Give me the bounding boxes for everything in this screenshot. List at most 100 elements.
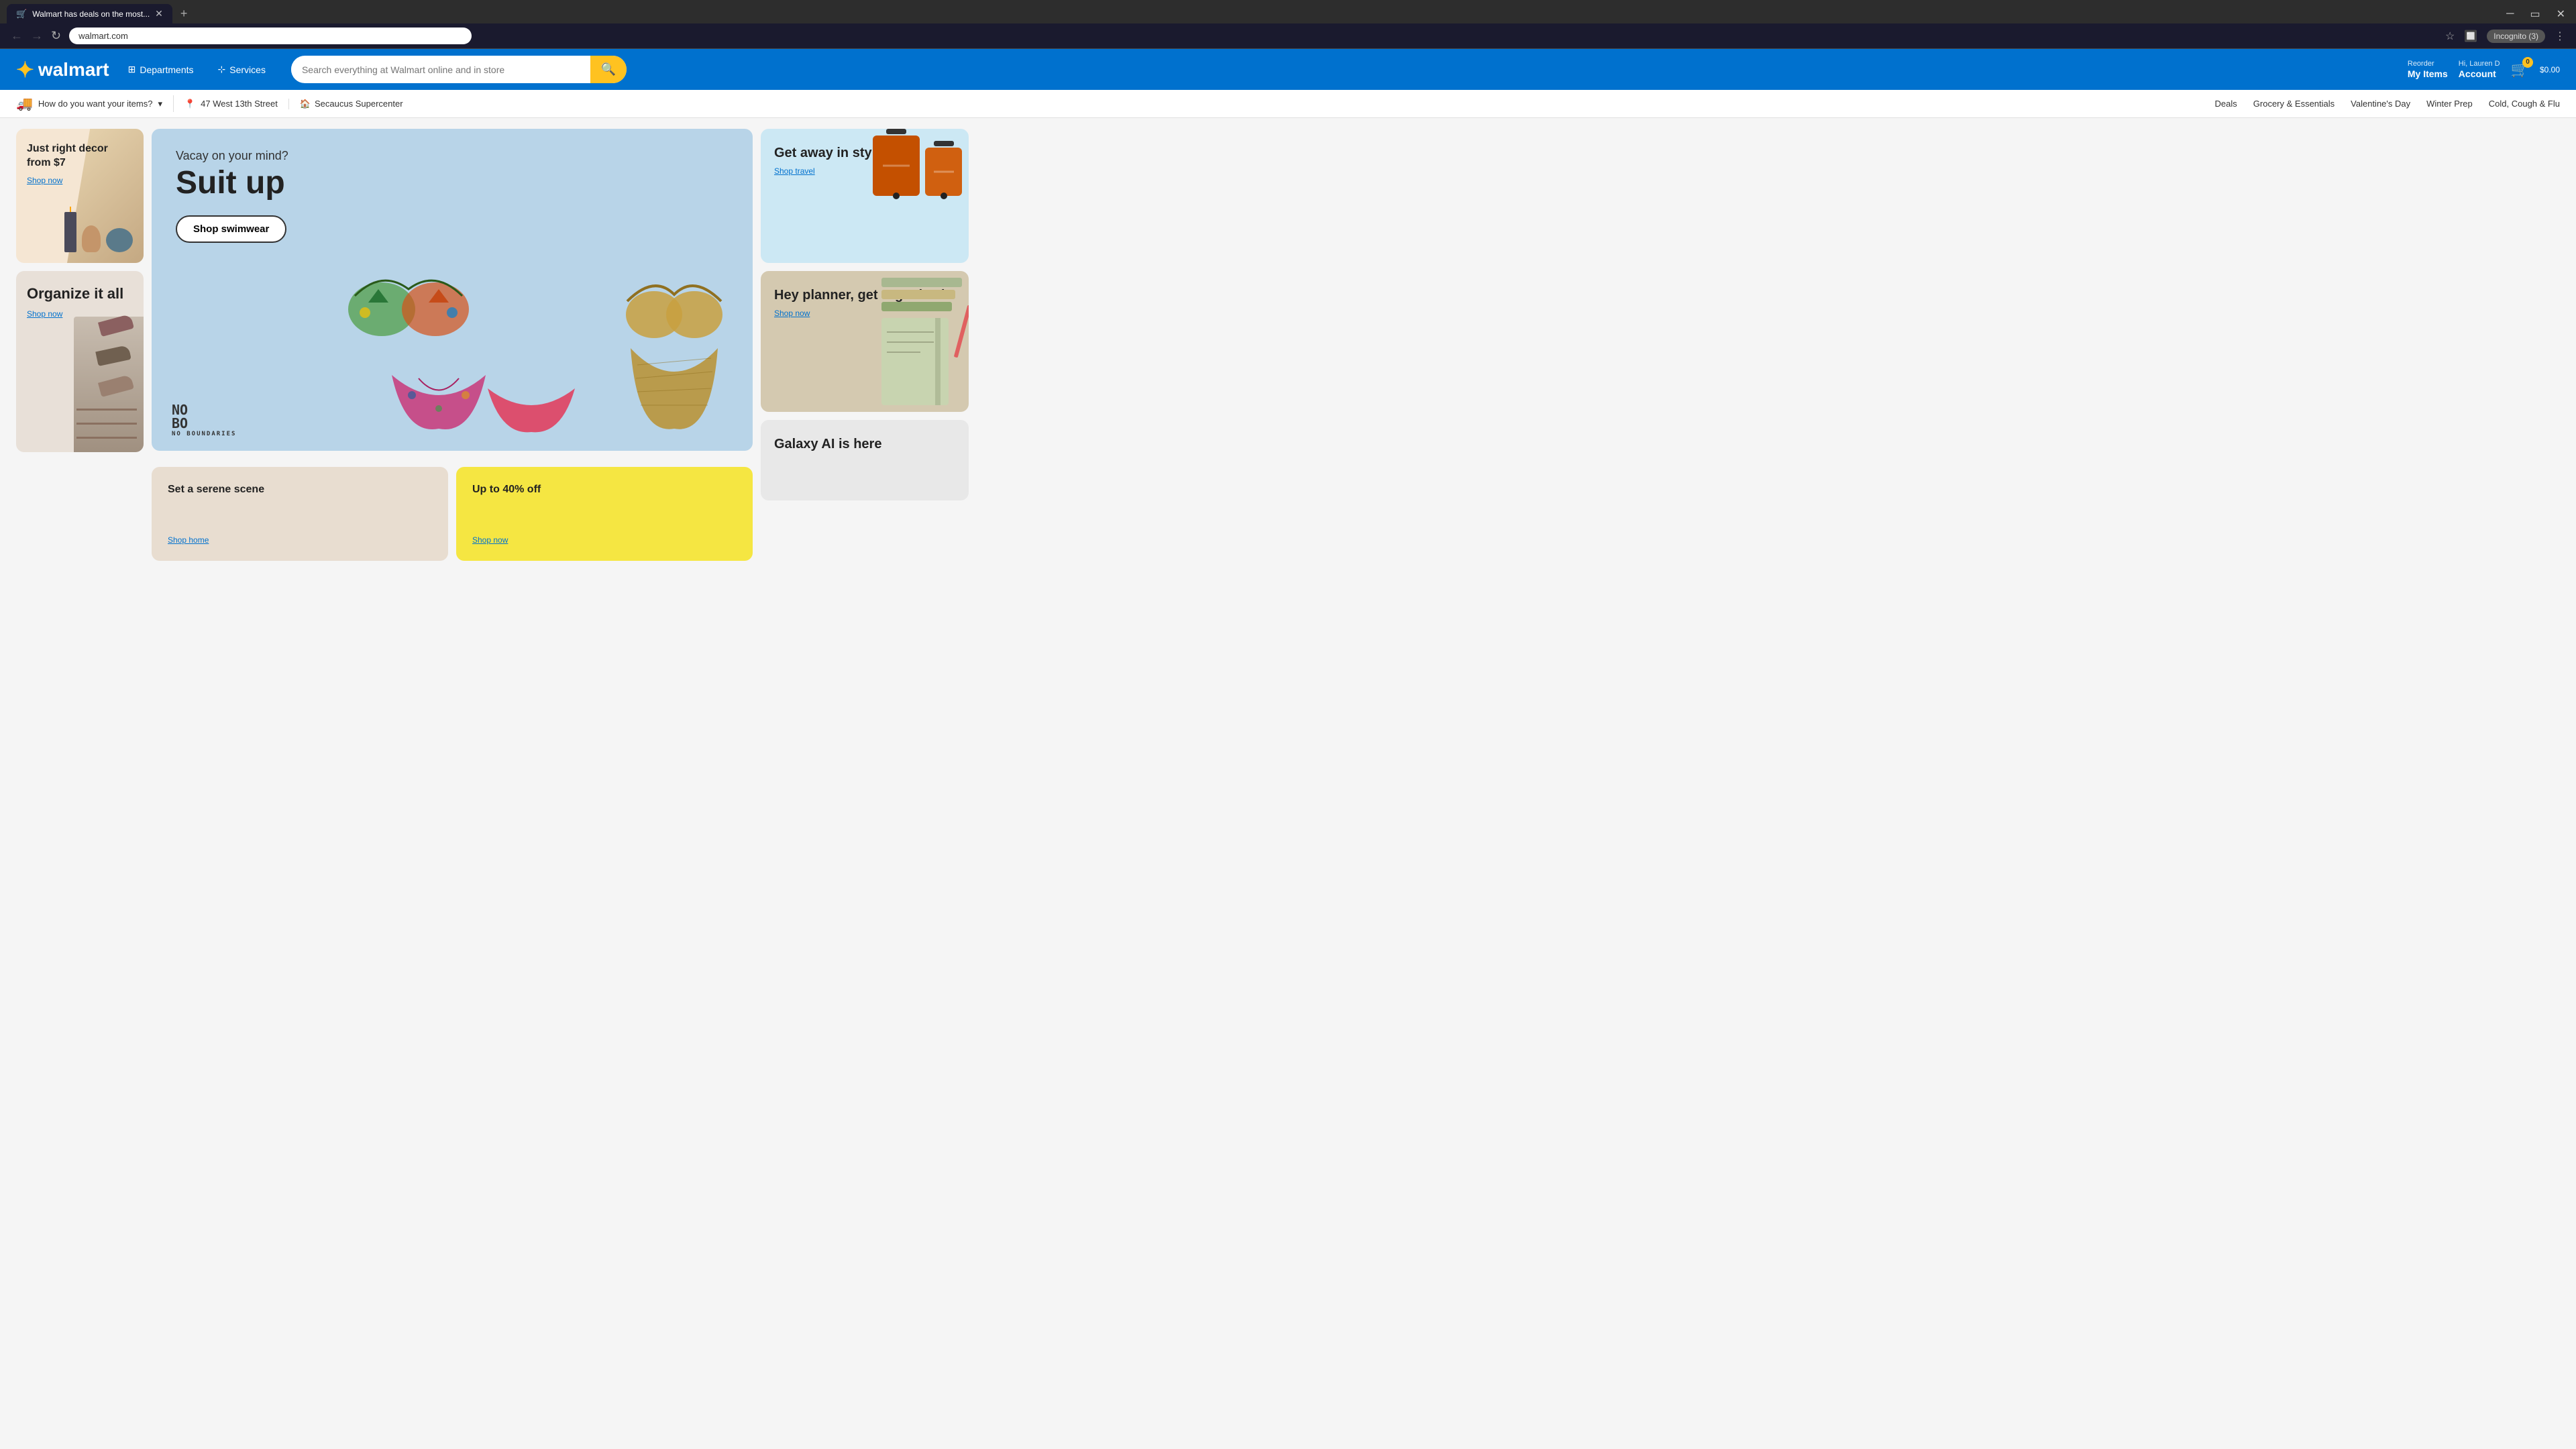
notebook-line-3 — [887, 352, 920, 353]
scene-promo-card[interactable]: Set a serene scene Shop home — [152, 467, 448, 561]
delivery-prompt: How do you want your items? — [38, 99, 153, 109]
maximize-button[interactable]: ▭ — [2526, 6, 2544, 22]
galaxy-card-title: Galaxy AI is here — [774, 436, 955, 452]
cart-icon[interactable]: 🛒 0 — [2511, 61, 2529, 78]
shoe-rack — [82, 311, 136, 419]
notebook-2 — [881, 290, 955, 299]
window-controls: ─ ▭ ✕ — [2502, 6, 2569, 22]
gold-swimsuit — [617, 261, 731, 435]
decor-card-title: Just right decor from $7 — [27, 143, 108, 168]
notebook-spine — [935, 318, 941, 405]
account-greeting: Hi, Lauren D — [2459, 60, 2500, 68]
organize-shop-link[interactable]: Shop now — [27, 309, 133, 319]
shop-swimwear-button[interactable]: Shop swimwear — [176, 215, 286, 243]
url-input[interactable]: walmart.com — [69, 28, 472, 44]
hero-text: Vacay on your mind? Suit up Shop swimwea… — [176, 149, 729, 243]
grocery-link[interactable]: Grocery & Essentials — [2253, 99, 2334, 109]
notebook-1 — [881, 278, 962, 287]
tab-close-button[interactable]: ✕ — [155, 8, 163, 19]
nobo-brand-logo: NOBO NO BOUNDARIES — [172, 403, 236, 437]
organize-card-title: Organize it all — [27, 285, 123, 302]
valentines-link[interactable]: Valentine's Day — [2351, 99, 2410, 109]
main-notebook — [881, 318, 949, 405]
luggage-handle-lg — [886, 129, 906, 134]
hero-subtitle: Vacay on your mind? — [176, 149, 729, 163]
sale-shop-link[interactable]: Shop now — [472, 535, 737, 545]
promo-grid: Just right decor from $7 Shop now Organi… — [16, 129, 969, 561]
notebook-line-1 — [887, 331, 934, 333]
bookmark-icon[interactable]: ☆ — [2445, 30, 2455, 43]
tab-favicon: 🛒 — [16, 9, 27, 19]
bottom-promo-cards: Set a serene scene Shop home Up to 40% o… — [152, 467, 753, 561]
luggage-stripe-sm — [934, 171, 954, 173]
store-info[interactable]: 🏠 Secaucus Supercenter — [288, 99, 414, 109]
reorder-label: Reorder — [2408, 60, 2434, 68]
reorder-action[interactable]: Reorder My Items — [2408, 60, 2448, 79]
minimize-button[interactable]: ─ — [2502, 7, 2518, 21]
cold-flu-link[interactable]: Cold, Cough & Flu — [2489, 99, 2560, 109]
planner-promo-card[interactable]: Hey planner, get organized Shop now — [761, 271, 969, 412]
delivery-icon: 🚚 — [16, 95, 33, 112]
luggage-handle-sm — [934, 141, 954, 146]
flame-shape — [70, 207, 71, 212]
address-bar: ← → ↻ walmart.com ☆ 🔲 Incognito (3) ⋮ — [0, 23, 2576, 49]
travel-promo-card[interactable]: Get away in style Shop travel — [761, 129, 969, 263]
address-info[interactable]: 📍 47 West 13th Street — [174, 99, 288, 109]
tab-bar: 🛒 Walmart has deals on the most... ✕ + — [7, 4, 2497, 23]
shoe-shape-3 — [98, 374, 134, 397]
active-tab[interactable]: 🛒 Walmart has deals on the most... ✕ — [7, 4, 172, 23]
winter-prep-link[interactable]: Winter Prep — [2426, 99, 2473, 109]
colorful-bikini-top — [341, 256, 476, 390]
notebook-decoration — [881, 278, 962, 405]
scene-shop-link[interactable]: Shop home — [168, 535, 432, 545]
services-icon: ⊹ — [218, 64, 226, 75]
delivery-selector[interactable]: 🚚 How do you want your items? ▾ — [16, 95, 174, 112]
services-nav[interactable]: ⊹ Services — [213, 60, 271, 79]
account-action[interactable]: Hi, Lauren D Account — [2459, 60, 2500, 79]
extensions-icon[interactable]: 🔲 — [2464, 30, 2477, 43]
candle-shape — [64, 212, 76, 252]
reload-button[interactable]: ↻ — [51, 29, 61, 43]
cart-count-badge: 0 — [2522, 57, 2533, 68]
luggage-wheel-lg — [893, 193, 900, 199]
decor-promo-card[interactable]: Just right decor from $7 Shop now — [16, 129, 144, 263]
departments-nav[interactable]: ⊞ Departments — [123, 60, 199, 79]
header-actions: Reorder My Items Hi, Lauren D Account 🛒 … — [2408, 60, 2560, 79]
organize-promo-card[interactable]: Organize it all Shop now — [16, 271, 144, 452]
logo-text: walmart — [38, 59, 109, 80]
notebook-line-2 — [887, 341, 934, 343]
my-items-label: My Items — [2408, 68, 2448, 79]
sale-card-title: Up to 40% off — [472, 483, 737, 497]
category-nav: Deals Grocery & Essentials Valentine's D… — [2215, 99, 2560, 109]
decor-items — [64, 212, 133, 252]
incognito-badge: Incognito (3) — [2487, 30, 2545, 43]
luggage-wheel-sm — [941, 193, 947, 199]
browser-action-icons: ☆ 🔲 Incognito (3) ⋮ — [2445, 30, 2565, 43]
walmart-logo[interactable]: ✦ walmart — [16, 57, 109, 83]
search-bar[interactable]: 🔍 — [291, 56, 627, 83]
site-header: ✦ walmart ⊞ Departments ⊹ Services 🔍 Reo… — [0, 49, 2576, 90]
browser-chrome: 🛒 Walmart has deals on the most... ✕ + ─… — [0, 0, 2576, 23]
departments-label: Departments — [140, 64, 193, 75]
nobo-sub-brand: NO BOUNDARIES — [172, 431, 236, 437]
close-window-button[interactable]: ✕ — [2553, 6, 2569, 22]
decor-card-text: Just right decor from $7 Shop now — [27, 142, 133, 185]
pen-shape — [954, 305, 969, 358]
more-options-icon[interactable]: ⋮ — [2555, 30, 2565, 43]
scene-card-title: Set a serene scene — [168, 483, 432, 497]
forward-button[interactable]: → — [31, 29, 43, 43]
decor-shop-link[interactable]: Shop now — [27, 176, 133, 185]
spark-icon: ✦ — [16, 57, 34, 83]
deals-link[interactable]: Deals — [2215, 99, 2237, 109]
search-button[interactable]: 🔍 — [590, 56, 627, 83]
new-tab-button[interactable]: + — [175, 4, 193, 23]
organize-card-text: Organize it all Shop now — [27, 284, 133, 319]
back-button[interactable]: ← — [11, 29, 23, 43]
sale-promo-card[interactable]: Up to 40% off Shop now — [456, 467, 753, 561]
small-luggage — [925, 148, 962, 196]
galaxy-promo-card[interactable]: Galaxy AI is here — [761, 420, 969, 500]
store-icon: 🏠 — [300, 99, 311, 109]
search-input[interactable] — [291, 58, 590, 82]
hero-promo-card[interactable]: Vacay on your mind? Suit up Shop swimwea… — [152, 129, 753, 451]
center-column: Vacay on your mind? Suit up Shop swimwea… — [152, 129, 753, 561]
